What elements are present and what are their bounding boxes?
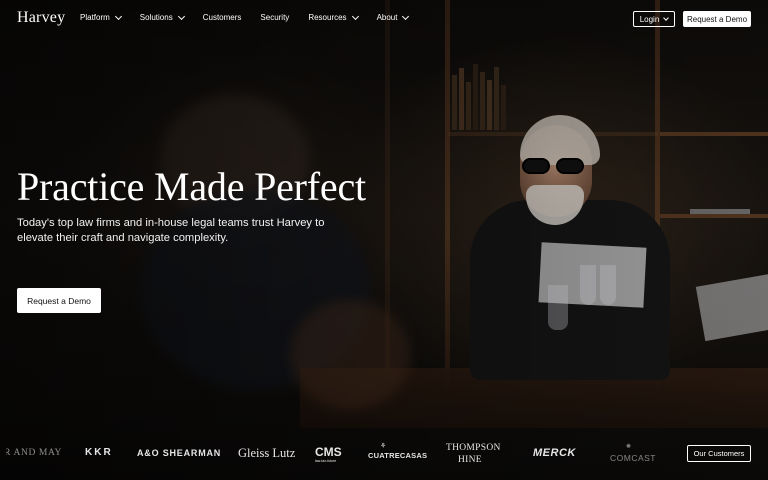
nav-item-about[interactable]: About xyxy=(376,12,410,22)
hero-title: Practice Made Perfect xyxy=(17,164,366,209)
nav-item-solutions[interactable]: Solutions xyxy=(139,12,185,22)
nav-item-label: Resources xyxy=(308,13,347,22)
hero-request-demo-button[interactable]: Request a Demo xyxy=(17,288,101,313)
nav-item-platform[interactable]: Platform xyxy=(80,12,122,22)
client-logo-cuatrecasas: CUATRECASAS xyxy=(368,451,428,460)
chevron-down-icon xyxy=(351,12,359,20)
nav-item-label: About xyxy=(376,13,398,22)
chevron-down-icon xyxy=(663,15,670,21)
client-logo-hine: HINE xyxy=(458,455,482,465)
nav-item-label: Customers xyxy=(202,13,242,22)
login-label: Login xyxy=(639,14,660,24)
client-logo-merck: MERCK xyxy=(533,447,576,459)
client-logo-comcast: COMCAST xyxy=(610,453,656,463)
client-logo-cms-tagline: law-tax-future xyxy=(315,459,337,463)
chevron-down-icon xyxy=(114,12,122,20)
login-button[interactable]: Login xyxy=(633,11,675,27)
request-demo-button[interactable]: Request a Demo xyxy=(683,11,751,27)
client-logo-slaughter-and-may: SLAUGHTER AND MAY xyxy=(6,448,62,458)
chevron-down-icon xyxy=(402,12,410,20)
client-logo-gleiss-lutz: Gleiss Lutz xyxy=(238,446,296,460)
client-logo-cms: CMS xyxy=(315,445,342,459)
cuatrecasas-mark-icon: ⚘ xyxy=(380,443,387,450)
harvey-logo[interactable]: Harvey xyxy=(17,9,65,27)
client-logo-thompson: THOMPSON xyxy=(446,443,501,453)
comcast-peacock-icon: ✺ xyxy=(626,444,632,450)
our-customers-button[interactable]: Our Customers xyxy=(687,445,751,462)
hero-subtitle: Today's top law firms and in-house legal… xyxy=(17,217,325,244)
nav-item-label: Solutions xyxy=(139,13,173,22)
nav-item-label: Security xyxy=(260,13,290,22)
client-logo-strip: SLAUGHTER AND MAY KKR A&O SHEARMAN Gleis… xyxy=(0,428,768,480)
top-nav: Harvey Platform Solutions Customers Secu… xyxy=(0,0,768,38)
nav-item-label: Platform xyxy=(80,13,110,22)
client-logo-kkr: KKR xyxy=(85,447,113,458)
nav-item-customers[interactable]: Customers xyxy=(203,13,242,22)
nav-links: Platform Solutions Customers Security Re… xyxy=(80,12,427,22)
client-logo-ao-shearman: A&O SHEARMAN xyxy=(137,448,222,458)
nav-item-security[interactable]: Security xyxy=(260,13,289,22)
nav-item-resources[interactable]: Resources xyxy=(308,12,359,22)
chevron-down-icon xyxy=(177,12,185,20)
